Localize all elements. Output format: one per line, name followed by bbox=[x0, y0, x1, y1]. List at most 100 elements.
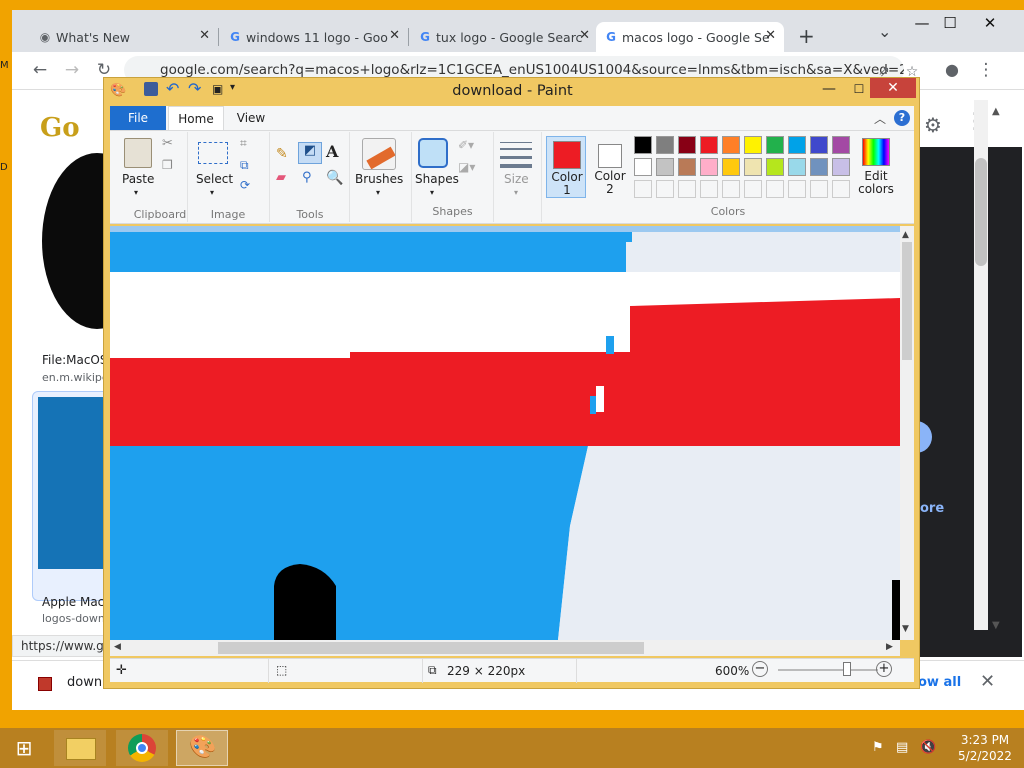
close-download-shelf-icon[interactable]: ✕ bbox=[980, 671, 995, 692]
custom-color-slot[interactable] bbox=[700, 180, 718, 198]
custom-color-slot[interactable] bbox=[810, 180, 828, 198]
magnifier-icon[interactable]: 🔍 bbox=[326, 170, 343, 186]
canvas-image[interactable] bbox=[110, 226, 900, 640]
text-tool-icon[interactable]: A bbox=[326, 142, 338, 161]
chrome-taskbar-button[interactable] bbox=[116, 730, 168, 766]
close-tab-icon[interactable]: ✕ bbox=[389, 28, 400, 43]
back-button[interactable]: ← bbox=[28, 58, 52, 82]
chevron-down-icon[interactable]: ▾ bbox=[376, 188, 380, 197]
page-scrollbar-thumb[interactable] bbox=[975, 158, 987, 266]
zoom-slider-thumb[interactable] bbox=[843, 662, 851, 676]
fill-icon[interactable]: ◪▾ bbox=[458, 160, 475, 174]
custom-color-slot[interactable] bbox=[656, 180, 674, 198]
palette-color-swatch[interactable] bbox=[678, 158, 696, 176]
edit-colors-button[interactable]: Edit colors bbox=[856, 136, 896, 198]
scrollbar-thumb[interactable] bbox=[902, 242, 912, 360]
apple-mac-thumbnail[interactable] bbox=[38, 397, 108, 569]
show-all-button[interactable]: ow all bbox=[918, 675, 961, 690]
zoom-out-button[interactable]: − bbox=[752, 661, 768, 677]
action-center-flag-icon[interactable]: ⚑ bbox=[872, 740, 884, 755]
palette-color-swatch[interactable] bbox=[634, 158, 652, 176]
custom-color-slot[interactable] bbox=[722, 180, 740, 198]
cut-icon[interactable]: ✂ bbox=[162, 136, 173, 151]
zoom-slider[interactable] bbox=[778, 669, 878, 671]
eraser-icon[interactable]: ▰ bbox=[276, 170, 286, 185]
color2-button[interactable]: Color 2 bbox=[590, 136, 630, 198]
palette-color-swatch[interactable] bbox=[788, 136, 806, 154]
tab-whats-new[interactable]: ◉ What's New ✕ bbox=[30, 22, 218, 52]
chevron-down-icon[interactable]: ▾ bbox=[430, 188, 434, 197]
file-menu-button[interactable]: File bbox=[110, 106, 166, 130]
rotate-icon[interactable]: ⟳ bbox=[240, 178, 250, 192]
tab-home[interactable]: Home bbox=[168, 106, 224, 130]
palette-color-swatch[interactable] bbox=[656, 158, 674, 176]
collapse-ribbon-icon[interactable]: ︿ bbox=[874, 110, 886, 127]
vertical-scrollbar[interactable]: ▲ ▼ bbox=[900, 226, 914, 640]
volume-muted-icon[interactable]: 🔇 bbox=[920, 740, 936, 755]
close-button[interactable]: ✕ bbox=[870, 78, 916, 98]
custom-color-slot[interactable] bbox=[634, 180, 652, 198]
result-caption[interactable]: File:MacOS bbox=[42, 353, 108, 367]
palette-color-swatch[interactable] bbox=[722, 136, 740, 154]
new-tab-button[interactable]: + bbox=[798, 24, 815, 48]
palette-color-swatch[interactable] bbox=[832, 158, 850, 176]
network-icon[interactable]: ▤ bbox=[896, 740, 908, 755]
help-icon[interactable]: ? bbox=[894, 110, 910, 126]
crop-icon[interactable]: ⌗ bbox=[240, 136, 247, 151]
palette-color-swatch[interactable] bbox=[766, 158, 784, 176]
horizontal-scrollbar[interactable]: ◀ ▶ bbox=[110, 640, 900, 656]
color-picker-icon[interactable]: ⚲ bbox=[302, 170, 312, 185]
scroll-right-icon[interactable]: ▶ bbox=[886, 642, 893, 652]
palette-color-swatch[interactable] bbox=[678, 136, 696, 154]
profile-icon[interactable]: ● bbox=[940, 58, 964, 82]
forward-button[interactable]: → bbox=[60, 58, 84, 82]
palette-color-swatch[interactable] bbox=[744, 158, 762, 176]
select-button[interactable]: Select bbox=[196, 172, 233, 186]
maximize-button[interactable]: ☐ bbox=[846, 80, 872, 98]
palette-color-swatch[interactable] bbox=[722, 158, 740, 176]
paste-icon[interactable] bbox=[124, 138, 152, 168]
pencil-icon[interactable]: ✎ bbox=[276, 146, 288, 162]
palette-color-swatch[interactable] bbox=[700, 136, 718, 154]
palette-color-swatch[interactable] bbox=[700, 158, 718, 176]
chevron-down-icon[interactable]: ▾ bbox=[134, 188, 138, 197]
close-tab-icon[interactable]: ✕ bbox=[765, 28, 776, 43]
chevron-down-icon[interactable]: ▾ bbox=[514, 188, 518, 197]
shapes-icon[interactable] bbox=[418, 138, 448, 168]
palette-color-swatch[interactable] bbox=[744, 136, 762, 154]
start-button[interactable]: ⊞ bbox=[10, 736, 38, 760]
more-link[interactable]: ore bbox=[920, 501, 944, 516]
canvas-viewport[interactable] bbox=[110, 226, 900, 640]
palette-color-swatch[interactable] bbox=[788, 158, 806, 176]
resize-icon[interactable]: ⧉ bbox=[240, 158, 249, 173]
palette-color-swatch[interactable] bbox=[656, 136, 674, 154]
brushes-button[interactable]: Brushes bbox=[355, 172, 403, 186]
scroll-down-icon[interactable]: ▼ bbox=[992, 620, 1000, 631]
select-icon[interactable] bbox=[198, 142, 228, 164]
scroll-up-icon[interactable]: ▲ bbox=[902, 230, 909, 240]
tab-macos-logo[interactable]: G macos logo - Google Se ✕ bbox=[596, 22, 784, 52]
palette-color-swatch[interactable] bbox=[810, 158, 828, 176]
download-filename[interactable]: downl bbox=[67, 675, 106, 690]
tab-search-button[interactable]: ⌄ bbox=[878, 22, 891, 41]
paint-title-bar[interactable]: 🎨 ↶ ↷ ▣ ▾ download - Paint — ☐ ✕ bbox=[104, 78, 921, 106]
custom-color-slot[interactable] bbox=[788, 180, 806, 198]
google-logo[interactable]: Go bbox=[40, 113, 80, 143]
shapes-button[interactable]: Shapes bbox=[415, 172, 459, 186]
custom-color-slot[interactable] bbox=[766, 180, 784, 198]
copy-icon[interactable]: ❐ bbox=[162, 158, 173, 172]
tab-view[interactable]: View bbox=[226, 106, 276, 130]
scroll-left-icon[interactable]: ◀ bbox=[114, 642, 121, 652]
minimize-button[interactable]: — bbox=[816, 80, 842, 98]
zoom-in-button[interactable]: + bbox=[876, 661, 892, 677]
system-clock[interactable]: 3:23 PM 5/2/2022 bbox=[950, 732, 1020, 764]
scroll-up-icon[interactable]: ▲ bbox=[992, 106, 1000, 117]
size-icon[interactable] bbox=[500, 142, 532, 143]
menu-icon[interactable]: ⋮ bbox=[974, 58, 998, 82]
palette-color-swatch[interactable] bbox=[766, 136, 784, 154]
result-caption[interactable]: Apple Mac bbox=[42, 595, 104, 609]
outline-icon[interactable]: ✐▾ bbox=[458, 138, 474, 152]
tab-tux-logo[interactable]: G tux logo - Google Searc ✕ bbox=[410, 22, 598, 52]
file-explorer-taskbar-button[interactable] bbox=[54, 730, 106, 766]
palette-color-swatch[interactable] bbox=[634, 136, 652, 154]
